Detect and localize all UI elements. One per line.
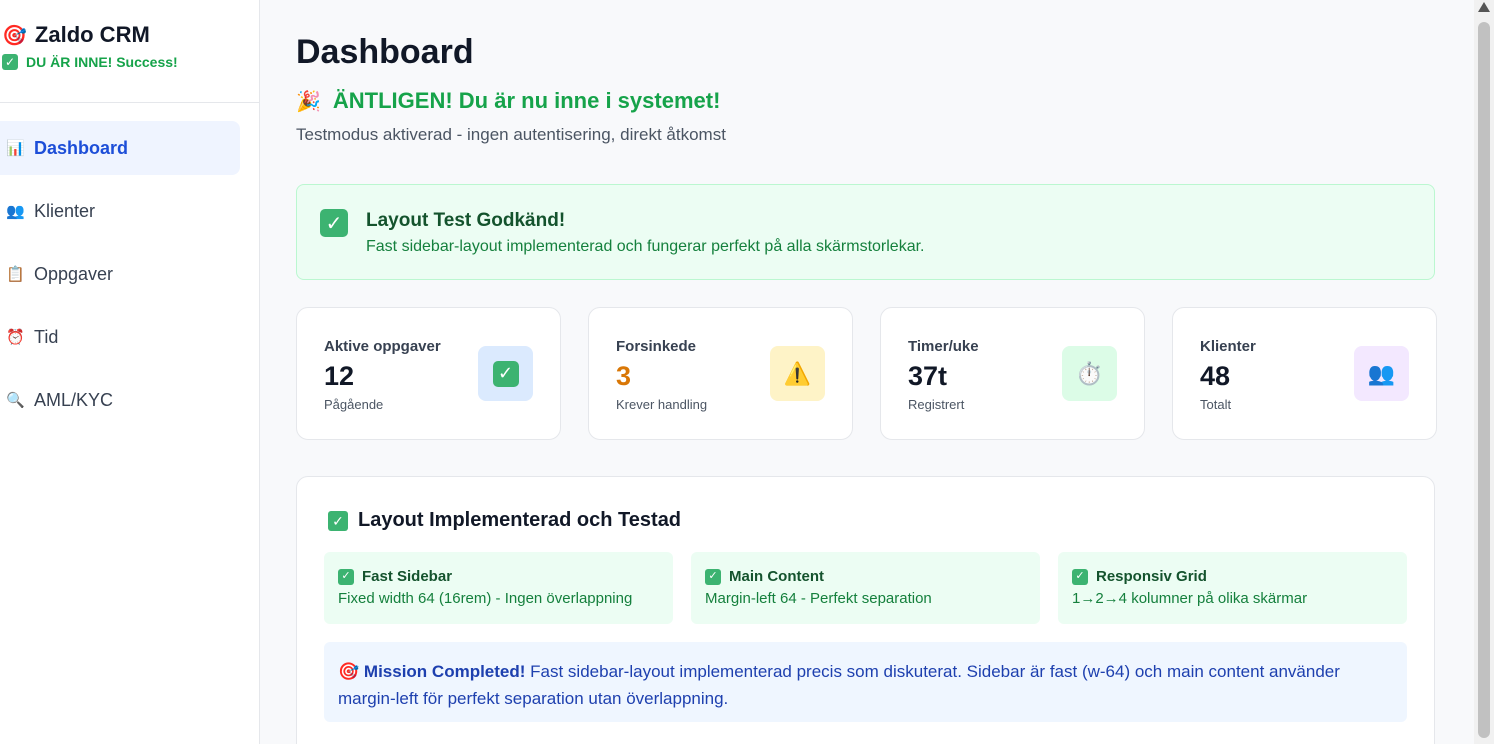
warning-icon: ⚠️ — [770, 346, 825, 401]
stat-card-clients[interactable]: Klienter 48 Totalt 👥 — [1172, 307, 1437, 440]
users-icon: 👥 — [6, 203, 25, 220]
feature-title: ✓ Main Content — [705, 568, 1040, 585]
feature-title-text: Responsiv Grid — [1096, 568, 1207, 585]
target-icon: 🎯 — [338, 662, 360, 681]
magnifier-icon: 🔍 — [6, 392, 25, 409]
mission-callout: 🎯 Mission Completed! Fast sidebar-layout… — [324, 642, 1407, 722]
feature-title: ✓ Fast Sidebar — [338, 568, 673, 585]
bar-chart-icon: 📊 — [6, 140, 25, 157]
stat-card-delayed[interactable]: Forsinkede 3 Krever handling ⚠️ — [588, 307, 853, 440]
sidebar-item-tid[interactable]: ⏰ Tid — [0, 310, 240, 364]
check-icon: ✓ — [328, 510, 348, 531]
feature-item: ✓ Responsiv Grid 1→2→4 kolumner på olika… — [1058, 552, 1407, 624]
feature-title: ✓ Responsiv Grid — [1072, 568, 1407, 585]
check-icon: ✓ — [2, 54, 18, 70]
sidebar-item-klienter[interactable]: 👥 Klienter — [0, 184, 240, 238]
banner-description: Fast sidebar-layout implementerad och fu… — [366, 238, 925, 255]
welcome-message: 🎉 ÄNTLIGEN! Du är nu inne i systemet! — [296, 88, 1474, 114]
sidebar-item-label: Tid — [34, 326, 59, 347]
party-popper-icon: 🎉 — [296, 90, 321, 113]
login-status: ✓ DU ÄR INNE! Success! — [2, 54, 259, 70]
sidebar-item-aml-kyc[interactable]: 🔍 AML/KYC — [0, 373, 240, 427]
banner-title: Layout Test Godkänd! — [366, 210, 566, 231]
feature-item: ✓ Main Content Margin-left 64 - Perfekt … — [691, 552, 1040, 624]
main-content: Dashboard 🎉 ÄNTLIGEN! Du är nu inne i sy… — [260, 0, 1474, 744]
check-icon: ✓ — [338, 568, 354, 585]
brand-title: 🎯 Zaldo CRM — [2, 22, 259, 48]
sidebar-item-label: Oppgaver — [34, 263, 114, 284]
feature-description: Margin-left 64 - Perfekt separation — [705, 590, 932, 607]
target-icon: 🎯 — [2, 24, 27, 47]
mission-label: Mission Completed! — [363, 662, 526, 681]
page-subtitle: Testmodus aktiverad - ingen autentiserin… — [296, 125, 726, 144]
sidebar-item-label: Dashboard — [34, 137, 129, 158]
app-name: Zaldo CRM — [34, 22, 150, 47]
feature-title-text: Fast Sidebar — [362, 568, 453, 585]
implementation-card: ✓ Layout Implementerad och Testad ✓ Fast… — [296, 476, 1435, 744]
implementation-title-text: Layout Implementerad och Testad — [358, 509, 682, 531]
feature-description: Fixed width 64 (16rem) - Ingen överlappn… — [338, 590, 633, 607]
check-icon: ✓ — [1072, 568, 1088, 585]
success-banner: ✓ Layout Test Godkänd! Fast sidebar-layo… — [296, 184, 1435, 280]
sidebar-nav: 📊 Dashboard 👥 Klienter 📋 Oppgaver ⏰ Tid … — [0, 121, 259, 427]
check-icon: ✓ — [492, 360, 519, 387]
users-icon: 👥 — [1354, 346, 1409, 401]
stats-grid: Aktive oppgaver 12 Pågående ✓ Forsinkede… — [296, 307, 1474, 440]
stat-card-hours[interactable]: Timer/uke 37t Registrert ⏱️ — [880, 307, 1145, 440]
sidebar-item-oppgaver[interactable]: 📋 Oppgaver — [0, 247, 240, 301]
welcome-text: ÄNTLIGEN! Du är nu inne i systemet! — [332, 88, 721, 113]
clipboard-icon: 📋 — [6, 266, 25, 283]
scroll-up-arrow-icon[interactable] — [1478, 2, 1490, 12]
sidebar-item-label: AML/KYC — [34, 389, 114, 410]
scrollbar-thumb[interactable] — [1478, 22, 1490, 738]
feature-list: ✓ Fast Sidebar Fixed width 64 (16rem) - … — [324, 552, 1407, 624]
alarm-clock-icon: ⏰ — [6, 329, 25, 346]
sidebar-item-dashboard[interactable]: 📊 Dashboard — [0, 121, 240, 175]
sidebar-item-label: Klienter — [34, 200, 96, 221]
check-icon: ✓ — [320, 209, 348, 237]
sidebar: 🎯 Zaldo CRM ✓ DU ÄR INNE! Success! 📊 Das… — [0, 0, 260, 744]
check-icon: ✓ — [705, 568, 721, 585]
vertical-scrollbar[interactable] — [1474, 0, 1494, 744]
feature-description: 1→2→4 kolumner på olika skärmar — [1072, 590, 1308, 607]
brand: 🎯 Zaldo CRM ✓ DU ÄR INNE! Success! — [0, 0, 259, 103]
feature-title-text: Main Content — [729, 568, 824, 585]
stopwatch-icon: ⏱️ — [1062, 346, 1117, 401]
feature-item: ✓ Fast Sidebar Fixed width 64 (16rem) - … — [324, 552, 673, 624]
login-status-text: DU ÄR INNE! Success! — [26, 54, 178, 70]
stat-icon-box: ✓ — [478, 346, 533, 401]
implementation-title: ✓ Layout Implementerad och Testad — [328, 509, 1407, 532]
page-title: Dashboard — [296, 33, 474, 71]
stat-card-active-tasks[interactable]: Aktive oppgaver 12 Pågående ✓ — [296, 307, 561, 440]
